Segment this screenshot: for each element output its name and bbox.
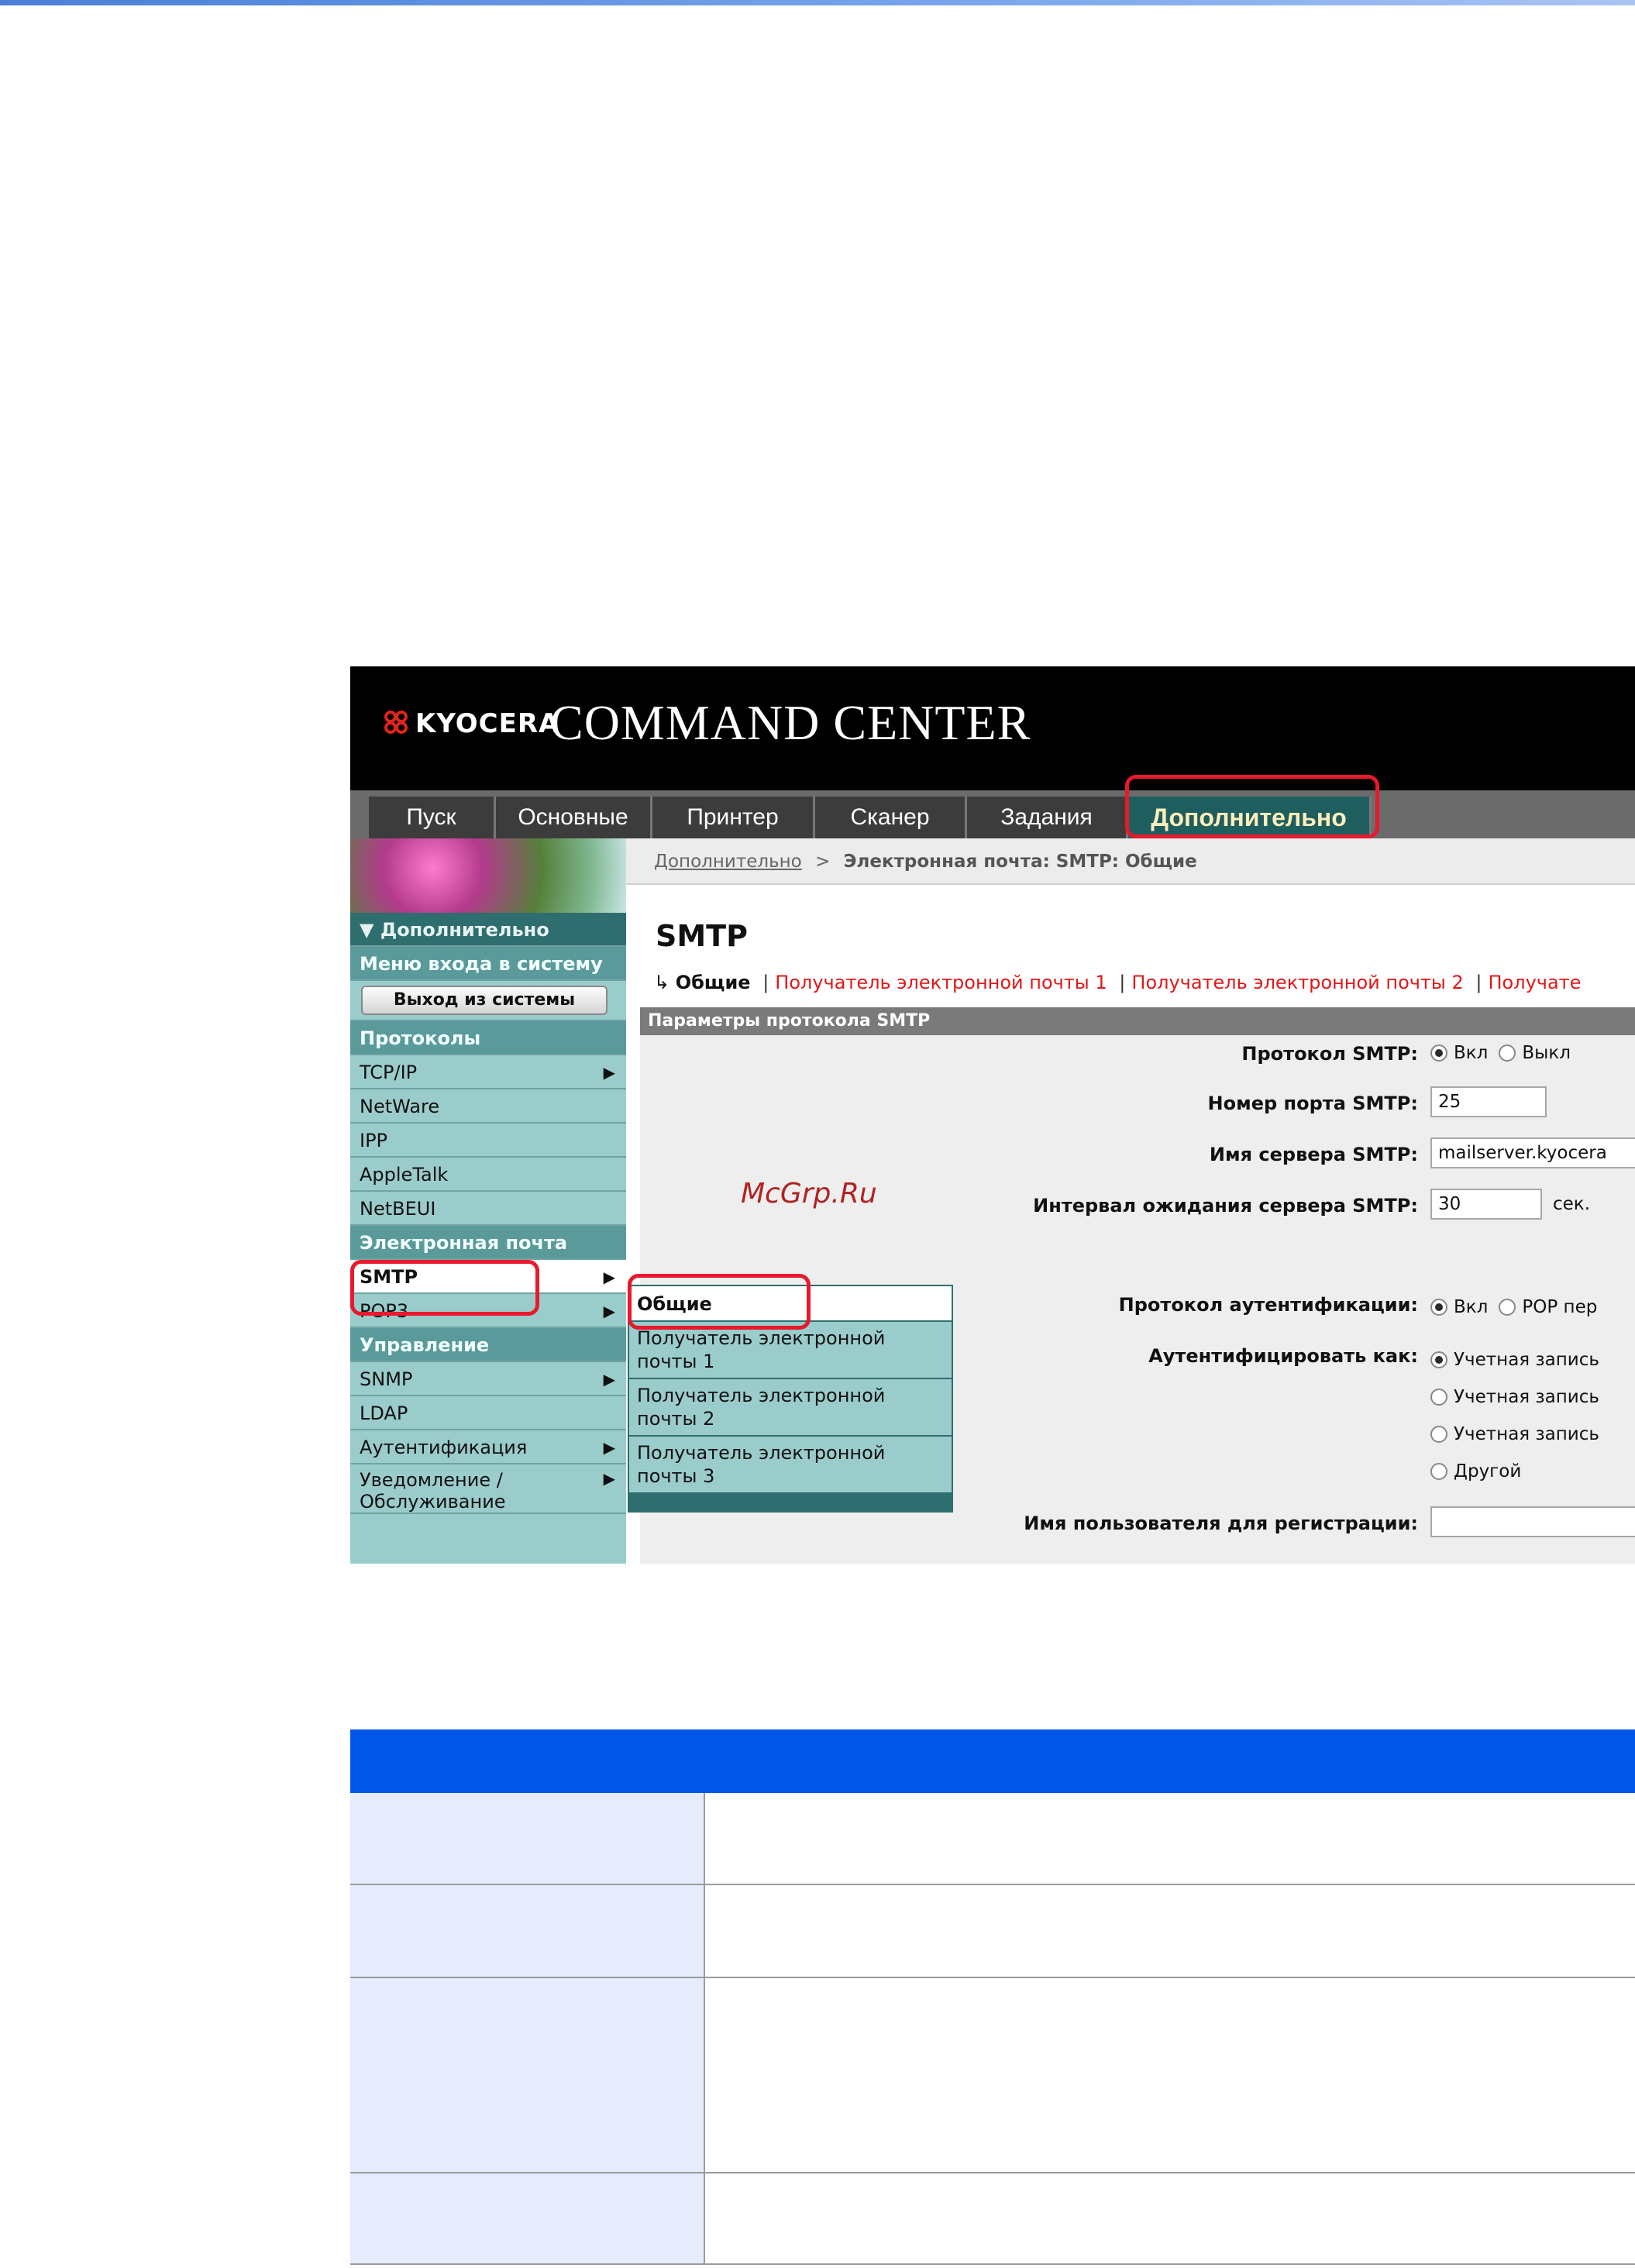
sidebar-item-auth[interactable]: Аутентификация ▶ [350,1430,626,1464]
sidebar-item-label: Аутентификация [360,1437,528,1458]
main-tabs: Пуск Основные Принтер Сканер Задания Доп… [350,790,1635,838]
account-radio-2[interactable] [1430,1389,1447,1406]
logo-text: KYOCERA [415,708,560,739]
breadcrumb-link[interactable]: Дополнительно [654,852,802,872]
sidebar-item-snmp[interactable]: SNMP ▶ [350,1362,626,1396]
triangle-right-icon: ▶ [603,1370,615,1389]
subnav-current: Общие [675,972,751,993]
sidebar-item-netware[interactable]: NetWare [350,1089,626,1124]
highlight-tab-advanced [1125,775,1379,838]
tab-scanner[interactable]: Сканер [815,797,967,838]
auth-on-label: Вкл [1454,1297,1489,1317]
sidebar-item-label: SNMP [360,1368,413,1390]
breadcrumb-current: Электронная почта: SMTP: Общие [843,852,1197,872]
timeout-unit: сек. [1553,1194,1590,1214]
sidebar-item-label: TCP/IP [360,1062,418,1083]
return-arrow-icon: ↳ [654,972,670,993]
auth-on-radio[interactable] [1430,1299,1447,1316]
watermark: McGrp.Ru [741,1178,877,1210]
app-title: COMMAND CENTER [550,695,1031,750]
subnav-recipient-2[interactable]: Получатель электронной почты 2 [1131,972,1463,993]
auth-pop-label: POP пер [1522,1297,1598,1317]
table-row [350,1884,1635,1978]
sidebar-email: Электронная почта [350,1226,626,1260]
smtp-off-radio[interactable] [1499,1045,1516,1062]
timeout-label: Интервал ожидания сервера SMTP: [1033,1195,1418,1217]
sidebar-header[interactable]: ▼ Дополнительно [350,913,626,947]
highlight-general [628,1274,811,1330]
triangle-right-icon: ▶ [603,1302,615,1320]
server-label: Имя сервера SMTP: [1209,1144,1418,1165]
sidebar-management: Управление [350,1328,626,1362]
smtp-on-label: Вкл [1454,1043,1489,1063]
kyocera-logo-icon [384,711,411,737]
account-label-3: Учетная запись [1454,1424,1599,1444]
smtp-protocol-label: Протокол SMTP: [1241,1043,1418,1065]
smtp-off-label: Выкл [1522,1043,1571,1063]
sidebar: ▼ Дополнительно Меню входа в систему Вых… [350,838,626,1564]
triangle-right-icon: ▶ [603,1063,615,1082]
account-radio-1[interactable] [1430,1351,1447,1368]
auth-protocol-options: Вкл POP пер [1430,1297,1597,1317]
sidebar-item-tcpip[interactable]: TCP/IP ▶ [350,1055,626,1089]
breadcrumb-sep: > [815,852,831,872]
flyout-footer [629,1494,952,1511]
port-input[interactable]: 25 [1430,1086,1547,1117]
tab-jobs[interactable]: Задания [967,797,1128,838]
page-top-rule [0,0,1635,5]
sidebar-logout-row: Выход из системы [350,981,626,1021]
sidebar-login-menu: Меню входа в систему [350,947,626,981]
sidebar-item-ldap[interactable]: LDAP [350,1396,626,1430]
auth-protocol-label: Протокол аутентификации: [1118,1294,1418,1316]
login-user-input[interactable] [1430,1506,1635,1537]
flyout-item-recipient-2[interactable]: Получатель электронной почты 2 [629,1379,952,1437]
kyocera-logo: KYOCERA [384,708,559,739]
sidebar-protocols: Протоколы [350,1021,626,1055]
timeout-input[interactable]: 30 [1430,1189,1542,1220]
screenshot-frame: KYOCERA COMMAND CENTER Пуск Основные При… [350,666,1635,1564]
auth-as-label: Аутентифицировать как: [1148,1345,1418,1367]
table-row [350,1977,1635,2173]
triangle-right-icon: ▶ [603,1268,615,1286]
subnav-recipient-3[interactable]: Получате [1489,972,1582,993]
table-row [350,2173,1635,2265]
app-banner: KYOCERA COMMAND CENTER [350,666,1635,790]
login-user-label: Имя пользователя для регистрации: [1024,1513,1418,1534]
section-header: Параметры протокола SMTP [640,1007,1635,1035]
smtp-protocol-options: Вкл Выкл [1430,1043,1571,1063]
sidebar-item-ipp[interactable]: IPP [350,1124,626,1158]
table-row [350,1793,1635,1885]
sidebar-item-label: Уведомление / Обслуживание [360,1469,506,1513]
account-label-2: Учетная запись [1454,1387,1599,1407]
flyout-item-recipient-1[interactable]: Получатель электронной почты 1 [629,1322,952,1379]
account-radio-3[interactable] [1430,1426,1447,1443]
sidebar-item-notify[interactable]: Уведомление / Обслуживание ▶ [350,1464,626,1514]
logout-button[interactable]: Выход из системы [361,986,608,1015]
tab-basic[interactable]: Основные [496,797,652,838]
auth-pop-radio[interactable] [1499,1299,1516,1316]
account-label-1: Учетная запись [1454,1350,1599,1370]
flyout-item-recipient-3[interactable]: Получатель электронной почты 3 [629,1437,952,1494]
description-table [350,1729,1635,2265]
sidebar-item-netbeui[interactable]: NetBEUI [350,1192,626,1226]
server-input[interactable]: mailserver.kyocera [1430,1137,1635,1168]
other-label: Другой [1454,1461,1522,1482]
port-label: Номер порта SMTP: [1207,1093,1418,1114]
tab-start[interactable]: Пуск [369,797,496,838]
breadcrumb: Дополнительно > Электронная почта: SMTP:… [626,838,1635,885]
triangle-right-icon: ▶ [603,1469,615,1488]
sub-navigation: ↳ Общие | Получатель электронной почты 1 … [654,972,1582,993]
smtp-on-radio[interactable] [1430,1045,1447,1062]
tab-printer[interactable]: Принтер [652,797,815,838]
highlight-smtp [350,1260,539,1316]
triangle-right-icon: ▶ [603,1438,615,1457]
table-header-row [350,1729,1635,1793]
subnav-recipient-1[interactable]: Получатель электронной почты 1 [775,972,1107,993]
page-title: SMTP [656,919,748,953]
sidebar-flower-image [350,838,626,913]
sidebar-item-appletalk[interactable]: AppleTalk [350,1158,626,1192]
other-radio[interactable] [1430,1463,1447,1480]
